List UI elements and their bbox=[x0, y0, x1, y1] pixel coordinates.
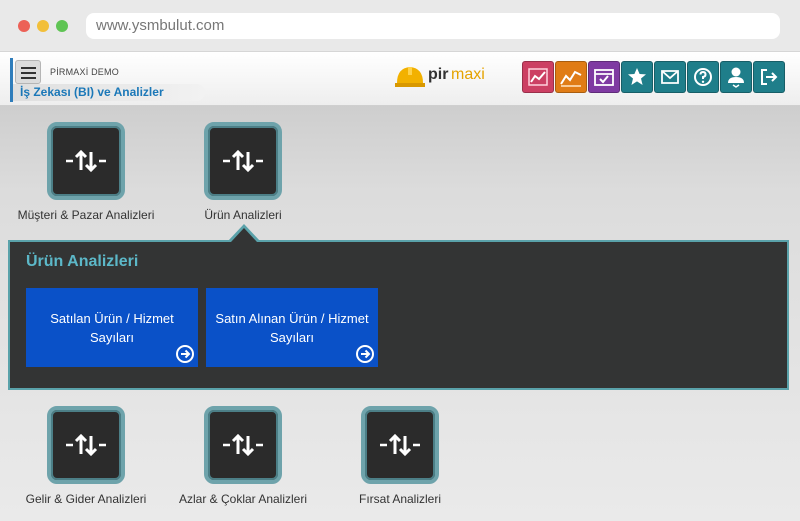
star-icon bbox=[628, 68, 646, 85]
favorites-button[interactable] bbox=[621, 61, 653, 93]
exchange-arrows-icon bbox=[47, 122, 125, 200]
panel-pointer-inner bbox=[231, 228, 257, 242]
logout-icon bbox=[761, 69, 778, 85]
card-label: Satılan Ürün / Hizmet Sayıları bbox=[50, 310, 174, 345]
calendar-button[interactable] bbox=[588, 61, 620, 93]
close-window-dot[interactable] bbox=[18, 20, 30, 32]
logo-maxi-text: maxi bbox=[451, 66, 485, 83]
mail-icon bbox=[661, 70, 679, 84]
messages-button[interactable] bbox=[654, 61, 686, 93]
module-title: İş Zekası (BI) ve Analizler bbox=[13, 84, 205, 101]
tile-label: Gelir & Gider Analizleri bbox=[25, 492, 147, 506]
address-bar[interactable]: www.ysmbulut.com bbox=[86, 13, 780, 39]
helmet-icon bbox=[395, 67, 425, 87]
trend-icon bbox=[560, 70, 582, 87]
tile-urun[interactable]: Ürün Analizleri bbox=[158, 122, 328, 222]
tile-musteri-pazar[interactable]: Müşteri & Pazar Analizleri bbox=[1, 122, 171, 222]
maximize-window-dot[interactable] bbox=[56, 20, 68, 32]
user-menu-button[interactable] bbox=[720, 61, 752, 93]
exchange-arrows-icon bbox=[204, 122, 282, 200]
help-icon bbox=[694, 68, 712, 86]
app-window: PİRMAXİ DEMO İş Zekası (BI) ve Analizler… bbox=[0, 52, 800, 521]
arrow-right-circle-icon bbox=[176, 345, 194, 363]
panel-title: Ürün Analizleri bbox=[26, 253, 139, 270]
tile-label: Azlar & Çoklar Analizleri bbox=[178, 492, 308, 506]
hamburger-menu-button[interactable] bbox=[15, 60, 41, 84]
tile-label: Ürün Analizleri bbox=[204, 208, 282, 222]
company-name: PİRMAXİ DEMO bbox=[50, 67, 119, 77]
tile-label: Fırsat Analizleri bbox=[358, 492, 442, 506]
tile-gelir-gider[interactable]: Gelir & Gider Analizleri bbox=[1, 406, 171, 506]
tile-label: Müşteri & Pazar Analizleri bbox=[17, 208, 155, 222]
browser-toolbar: www.ysmbulut.com bbox=[0, 0, 800, 52]
logo-pir-text: pir bbox=[428, 66, 449, 83]
calendar-check-icon bbox=[594, 69, 614, 86]
reports-button[interactable] bbox=[522, 61, 554, 93]
logout-button[interactable] bbox=[753, 61, 785, 93]
tile-firsat[interactable]: Fırsat Analizleri bbox=[315, 406, 485, 506]
card-satilan-urun[interactable]: Satılan Ürün / Hizmet Sayıları bbox=[26, 288, 198, 367]
header-toolbar bbox=[522, 61, 785, 93]
exchange-arrows-icon bbox=[204, 406, 282, 484]
app-header: PİRMAXİ DEMO İş Zekası (BI) ve Analizler… bbox=[0, 52, 800, 106]
chart-icon bbox=[528, 68, 548, 86]
help-button[interactable] bbox=[687, 61, 719, 93]
analytics-button[interactable] bbox=[555, 61, 587, 93]
card-label: Satın Alınan Ürün / Hizmet Sayıları bbox=[215, 310, 369, 345]
exchange-arrows-icon bbox=[361, 406, 439, 484]
tile-azlar-coklar[interactable]: Azlar & Çoklar Analizleri bbox=[158, 406, 328, 506]
arrow-right-circle-icon bbox=[356, 345, 374, 363]
minimize-window-dot[interactable] bbox=[37, 20, 49, 32]
pirmaxi-logo: pir maxi bbox=[394, 62, 494, 92]
urun-analizleri-panel: Ürün Analizleri Satılan Ürün / Hizmet Sa… bbox=[8, 240, 789, 390]
user-icon bbox=[728, 67, 744, 88]
card-satin-alinan-urun[interactable]: Satın Alınan Ürün / Hizmet Sayıları bbox=[206, 288, 378, 367]
exchange-arrows-icon bbox=[47, 406, 125, 484]
